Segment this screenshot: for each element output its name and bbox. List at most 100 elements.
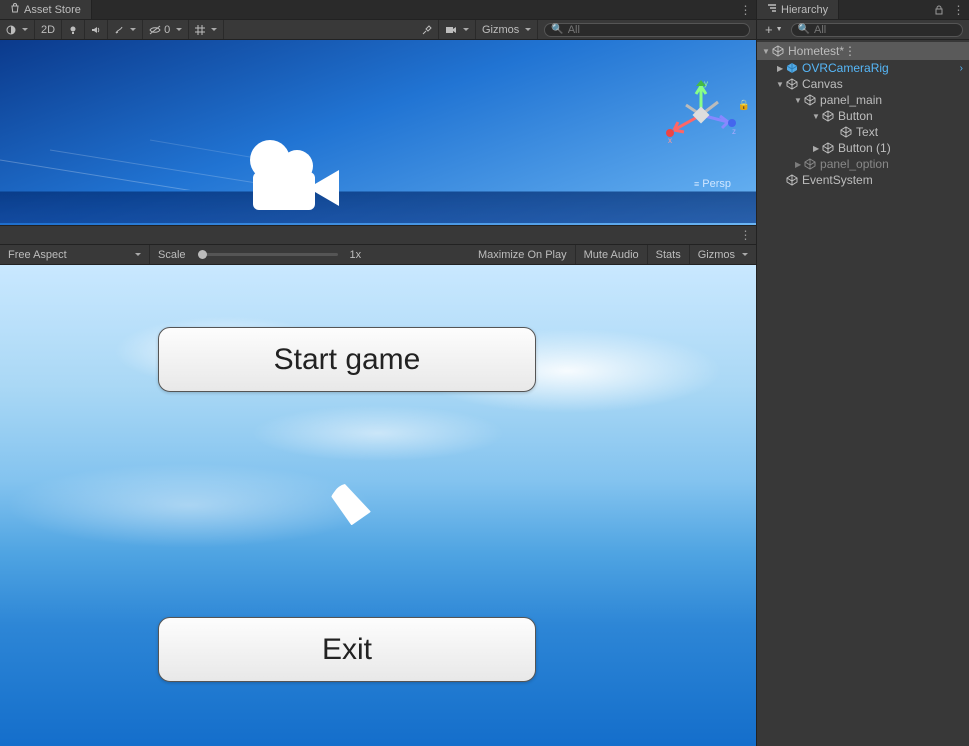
scale-value: 1x xyxy=(350,249,362,261)
camera-icon-button[interactable] xyxy=(439,20,476,39)
stats-toggle[interactable]: Stats xyxy=(648,245,690,264)
2d-toggle[interactable]: 2D xyxy=(35,20,62,39)
hierarchy-search-input[interactable] xyxy=(814,24,956,36)
scale-label: Scale xyxy=(158,249,186,261)
scene-search[interactable]: 🔍 xyxy=(544,23,750,37)
maximize-on-play-toggle[interactable]: Maximize On Play xyxy=(470,245,576,264)
prefab-icon xyxy=(785,61,799,75)
hierarchy-tab[interactable]: Hierarchy xyxy=(757,0,839,19)
audio-toggle[interactable] xyxy=(85,20,108,39)
asset-store-tab[interactable]: Asset Store xyxy=(0,0,92,19)
expand-arrow-icon[interactable]: ▼ xyxy=(793,96,803,105)
tree-label: Canvas xyxy=(802,77,843,91)
axis-x-label: x xyxy=(668,136,672,145)
tools-icon[interactable] xyxy=(416,20,439,39)
expand-arrow-icon[interactable]: ▶ xyxy=(793,160,803,169)
stats-label: Stats xyxy=(656,249,681,261)
expand-arrow-icon[interactable]: ▶ xyxy=(775,64,785,73)
aspect-label: Free Aspect xyxy=(8,249,67,261)
scene-view[interactable]: x y z ≡ Persp 🔒 xyxy=(0,40,756,225)
scene-toolbar: 2D 0 Gizmos xyxy=(0,20,756,40)
hierarchy-tree: ▼ Hometest* ⋮ ▶ OVRCameraRig › ▼ xyxy=(757,40,969,746)
camera-gizmo-icon xyxy=(235,138,345,223)
tree-row-eventsystem[interactable]: ▶ EventSystem xyxy=(757,172,969,188)
maximize-label: Maximize On Play xyxy=(478,249,567,261)
axis-y-label: y xyxy=(704,80,708,88)
scene-horizon xyxy=(0,191,756,223)
expand-arrow-icon[interactable]: ▶ xyxy=(811,144,821,153)
hierarchy-panel-menu-icon[interactable]: ⋮ xyxy=(949,0,969,20)
unity-scene-icon xyxy=(771,44,785,58)
gameobject-icon xyxy=(785,173,799,187)
scale-control[interactable]: Scale 1x xyxy=(150,245,369,264)
gameobject-icon xyxy=(839,125,853,139)
game-gizmos-label: Gizmos xyxy=(698,249,735,261)
tree-row-canvas[interactable]: ▼ Canvas xyxy=(757,76,969,92)
panel-menu-icon[interactable]: ⋮ xyxy=(736,0,756,20)
mute-audio-toggle[interactable]: Mute Audio xyxy=(576,245,648,264)
expand-arrow-icon[interactable]: ▼ xyxy=(811,112,821,121)
tree-row-panel-main[interactable]: ▼ panel_main xyxy=(757,92,969,108)
hierarchy-tabstrip: Hierarchy ⋮ xyxy=(757,0,969,20)
prefab-open-icon[interactable]: › xyxy=(960,63,963,74)
lock-panel-icon[interactable] xyxy=(929,0,949,20)
projection-label[interactable]: ≡ Persp xyxy=(694,178,731,190)
aspect-dropdown[interactable]: Free Aspect xyxy=(0,245,150,264)
tree-row-button[interactable]: ▼ Button xyxy=(757,108,969,124)
expand-arrow-icon[interactable]: ▼ xyxy=(761,47,771,56)
expand-arrow-icon[interactable]: ▼ xyxy=(775,80,785,89)
game-gizmos-dropdown[interactable]: Gizmos xyxy=(690,245,756,264)
search-icon: 🔍 xyxy=(551,24,563,35)
gizmos-label: Gizmos xyxy=(482,24,519,36)
fx-toggle[interactable] xyxy=(108,20,143,39)
tree-row-panel-option[interactable]: ▶ panel_option xyxy=(757,156,969,172)
gameobject-icon xyxy=(803,157,817,171)
scene-row[interactable]: ▼ Hometest* ⋮ xyxy=(757,42,969,60)
tree-row-button-1[interactable]: ▶ Button (1) xyxy=(757,140,969,156)
tree-row-text[interactable]: ▶ Text xyxy=(757,124,969,140)
tree-label: Text xyxy=(856,125,878,139)
slider-thumb-icon[interactable] xyxy=(198,250,207,259)
start-game-button[interactable]: Start game xyxy=(158,327,536,392)
gizmos-dropdown[interactable]: Gizmos xyxy=(476,20,538,39)
axis-z-label: z xyxy=(732,127,736,136)
mute-label: Mute Audio xyxy=(584,249,639,261)
persp-text: Persp xyxy=(702,178,731,190)
game-tabstrip: ⋮ xyxy=(0,225,756,245)
lock-icon[interactable]: 🔒 xyxy=(738,100,750,111)
tree-label: panel_main xyxy=(820,93,882,107)
2d-label: 2D xyxy=(41,24,55,36)
create-dropdown[interactable]: + ▼ xyxy=(761,22,787,37)
plus-icon: + xyxy=(765,22,773,37)
tree-label: Button (1) xyxy=(838,141,891,155)
grid-toggle[interactable] xyxy=(189,20,224,39)
hierarchy-search[interactable]: 🔍 xyxy=(791,23,963,37)
gameobject-icon xyxy=(821,141,835,155)
tree-label: OVRCameraRig xyxy=(802,61,889,75)
gameobject-icon xyxy=(803,93,817,107)
search-icon: 🔍 xyxy=(798,24,810,35)
exit-label: Exit xyxy=(322,633,372,667)
hierarchy-toolbar: + ▼ 🔍 xyxy=(757,20,969,40)
exit-button[interactable]: Exit xyxy=(158,617,536,682)
lighting-toggle[interactable] xyxy=(62,20,85,39)
hierarchy-icon xyxy=(767,3,777,16)
game-view[interactable]: Start game Exit xyxy=(0,265,756,746)
scale-slider[interactable] xyxy=(198,253,338,256)
tree-label: panel_option xyxy=(820,157,889,171)
dropdown-arrow-icon: ▼ xyxy=(776,26,783,33)
scene-search-input[interactable] xyxy=(568,24,743,36)
scene-tabstrip: Asset Store ⋮ xyxy=(0,0,756,20)
hidden-objects-toggle[interactable]: 0 xyxy=(143,20,189,39)
orientation-gizmo[interactable]: x y z xyxy=(666,80,736,150)
asset-store-label: Asset Store xyxy=(24,4,81,16)
scene-menu-icon[interactable]: ⋮ xyxy=(844,44,857,58)
shading-mode-dropdown[interactable] xyxy=(0,20,35,39)
shopping-bag-icon xyxy=(10,3,20,16)
game-panel-menu-icon[interactable]: ⋮ xyxy=(736,225,756,245)
tree-label: EventSystem xyxy=(802,173,873,187)
scene-name: Hometest* xyxy=(788,44,844,58)
gameobject-icon xyxy=(821,109,835,123)
game-toolbar: Free Aspect Scale 1x Maximize On Play Mu… xyxy=(0,245,756,265)
tree-row-ovrcamerarig[interactable]: ▶ OVRCameraRig › xyxy=(757,60,969,76)
